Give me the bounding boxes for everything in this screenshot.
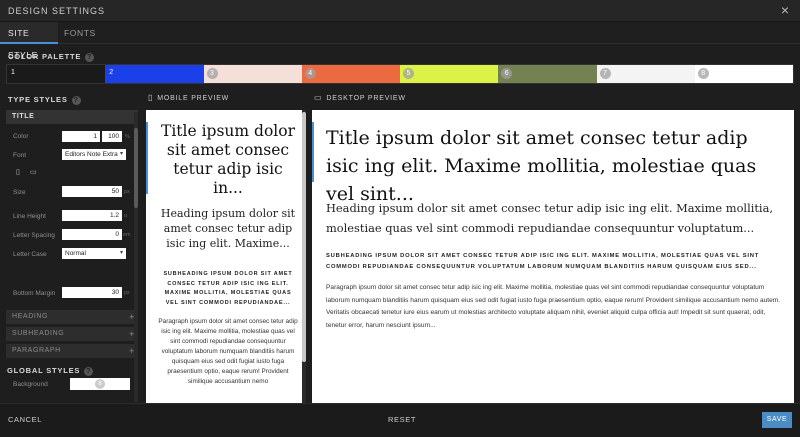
desktop-icon: ▭ <box>314 93 323 102</box>
line-height-field[interactable]: 1.2 <box>62 210 122 221</box>
letter-case-value: Normal <box>65 250 86 257</box>
color-value-field[interactable]: 1 <box>62 131 100 142</box>
subheading-group-label: SUBHEADING <box>12 330 65 337</box>
bottom-margin-unit: px <box>124 290 130 296</box>
palette-swatch-8[interactable]: 8 <box>694 65 793 83</box>
mobile-preview-label: ▯ MOBILE PREVIEW <box>148 93 229 102</box>
chevron-down-icon: ▾ <box>119 250 123 256</box>
tab-bar: SITE STYLE FONTS <box>0 22 800 60</box>
chevron-down-icon: ▾ <box>119 151 123 157</box>
help-icon[interactable]: ? <box>71 95 81 105</box>
title-accent-bar <box>312 122 314 182</box>
palette-swatch-3[interactable]: 3 <box>203 65 302 83</box>
background-swatch-number: 8 <box>95 379 105 389</box>
paragraph-group-header[interactable]: PARAGRAPH + <box>6 344 138 358</box>
title-group-header[interactable]: TITLE <box>6 110 138 124</box>
reset-button[interactable]: RESET <box>388 415 416 424</box>
palette-swatch-4[interactable]: 4 <box>301 65 400 83</box>
title-bar: DESIGN SETTINGS × <box>0 0 800 22</box>
footer-bar: CANCEL RESET SAVE <box>0 403 800 437</box>
desktop-preview-label: ▭ DESKTOP PREVIEW <box>314 93 406 102</box>
mobile-scrollbar-thumb[interactable] <box>302 112 306 362</box>
close-icon[interactable]: × <box>778 3 792 17</box>
line-height-label: Line Height <box>13 213 46 220</box>
bottom-margin-field[interactable]: 30 <box>62 287 122 298</box>
desktop-subheading-text: SUBHEADING IPSUM DOLOR SIT AMET CONSEC T… <box>326 253 760 270</box>
font-select-value: Editors Note Extra <box>65 151 118 158</box>
letter-case-label: Letter Case <box>13 251 47 258</box>
letter-spacing-unit: em <box>123 232 131 238</box>
tab-site-style[interactable]: SITE STYLE <box>0 22 58 60</box>
global-styles-label: GLOBAL STYLES? <box>7 366 94 376</box>
title-accent-bar <box>146 122 148 194</box>
line-height-unit: u <box>124 213 128 219</box>
cancel-button[interactable]: CANCEL <box>8 415 42 424</box>
color-palette-title: COLOR PALETTE <box>8 52 82 61</box>
panel-scrollbar-thumb[interactable] <box>134 128 138 208</box>
palette-swatch-number: 5 <box>403 68 414 79</box>
palette-swatch-number: 1 <box>11 69 15 76</box>
size-field[interactable]: 50 <box>62 186 122 197</box>
heading-group-header[interactable]: HEADING + <box>6 310 138 324</box>
subheading-group-header[interactable]: SUBHEADING + <box>6 327 138 341</box>
palette-swatch-5[interactable]: 5 <box>400 65 499 83</box>
palette-swatch-6[interactable]: 6 <box>498 65 597 83</box>
mobile-preview-title: MOBILE PREVIEW <box>157 95 230 102</box>
help-icon[interactable]: ? <box>84 366 94 376</box>
mobile-title-text: Title ipsum dolor sit amet consec tetur … <box>161 122 295 197</box>
font-select[interactable]: Editors Note Extra ▾ <box>62 149 126 160</box>
letter-spacing-field[interactable]: 0 <box>62 229 122 240</box>
save-button[interactable]: SAVE <box>762 412 792 428</box>
global-styles-title: GLOBAL STYLES <box>7 366 81 375</box>
palette-swatch-number: 4 <box>304 68 316 79</box>
palette-swatch-number: 6 <box>501 68 513 79</box>
palette-swatch-7[interactable]: 7 <box>596 65 695 83</box>
background-label: Background <box>13 381 48 388</box>
desktop-preview-title: DESKTOP PREVIEW <box>326 95 406 102</box>
palette-swatch-number: 8 <box>697 68 709 79</box>
letter-case-select[interactable]: Normal ▾ <box>62 248 126 259</box>
help-icon[interactable]: ? <box>85 52 95 62</box>
letter-spacing-label: Letter Spacing <box>13 232 55 239</box>
window-title: DESIGN SETTINGS <box>8 6 106 16</box>
palette-swatch-number: 3 <box>206 68 218 79</box>
desktop-heading-text: Heading ipsum dolor sit amet consec tetu… <box>326 201 773 235</box>
color-palette: 1 2 3 4 5 6 7 8 <box>6 64 794 84</box>
palette-swatch-2[interactable]: 2 <box>105 65 204 83</box>
heading-group-label: HEADING <box>12 313 49 320</box>
palette-swatch-1[interactable]: 1 <box>7 65 106 83</box>
desktop-preview: Title ipsum dolor sit amet consec tetur … <box>312 110 794 403</box>
desktop-paragraph-text: Paragraph ipsum dolor sit amet consec te… <box>326 284 781 329</box>
mobile-heading-text: Heading ipsum dolor sit amet consec tetu… <box>160 207 296 250</box>
size-unit: px <box>124 189 130 195</box>
color-label: Color <box>13 133 29 140</box>
size-label: Size <box>13 189 26 196</box>
palette-swatch-number: 2 <box>109 69 114 76</box>
mobile-paragraph-text: Paragraph ipsum dolor sit amet consec te… <box>158 318 298 385</box>
palette-swatch-number: 7 <box>599 68 611 79</box>
type-styles-title: TYPE STYLES <box>8 95 68 104</box>
mobile-icon: ▯ <box>148 93 154 102</box>
type-styles-label: TYPE STYLES? <box>8 95 81 105</box>
tab-fonts[interactable]: FONTS <box>64 22 96 44</box>
font-label: Font <box>13 152 27 159</box>
mobile-preview: Title ipsum dolor sit amet consec tetur … <box>146 110 302 403</box>
type-styles-panel: TITLE Color 1 100 % Font Editors Note Ex… <box>6 110 138 400</box>
mobile-subheading-text: SUBHEADING IPSUM DOLOR SIT AMET CONSEC T… <box>163 271 293 306</box>
color-palette-label: COLOR PALETTE? <box>8 52 95 62</box>
mobile-icon[interactable]: ▯ <box>16 168 20 176</box>
background-swatch[interactable]: 8 <box>70 378 130 390</box>
paragraph-group-label: PARAGRAPH <box>12 347 61 354</box>
opacity-unit: % <box>125 134 130 140</box>
design-settings-dialog: DESIGN SETTINGS × SITE STYLE FONTS COLOR… <box>0 0 800 437</box>
desktop-title-text: Title ipsum dolor sit amet consec tetur … <box>326 127 757 205</box>
bottom-margin-label: Bottom Margin <box>13 290 56 297</box>
opacity-field[interactable]: 100 <box>102 131 122 142</box>
desktop-icon[interactable]: ▭ <box>30 168 37 176</box>
